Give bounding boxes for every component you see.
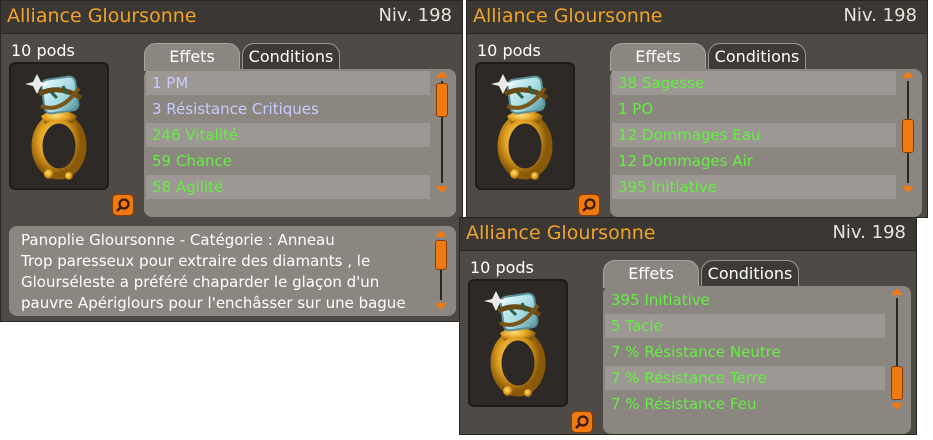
- effect-row: 12 Dommages Eau: [612, 123, 896, 147]
- effect-row: 1 PM: [146, 71, 430, 95]
- effect-text: 3 Résistance Critiques: [152, 100, 319, 118]
- effect-text: 7 % Résistance Feu: [611, 395, 757, 413]
- effect-row: 7 % Résistance Terre: [605, 366, 885, 390]
- effect-text: 38 Sagesse: [618, 74, 705, 92]
- effect-row: 246 Vitalité: [146, 123, 430, 147]
- magnifier-icon: [582, 198, 596, 212]
- effect-text: 7 % Résistance Terre: [611, 369, 767, 387]
- effect-row: 7 % Résistance Feu: [605, 392, 885, 416]
- description-line: Glourséleste a préféré chaparder le glaç…: [21, 273, 380, 291]
- description-line: Panoplie Gloursonne - Catégorie : Anneau: [21, 231, 335, 249]
- item-image-frame: [468, 279, 568, 407]
- scroll-thumb[interactable]: [902, 119, 914, 153]
- item-title: Alliance Gloursonne: [466, 222, 656, 244]
- item-title: Alliance Gloursonne: [7, 5, 197, 27]
- tab-label: Conditions: [714, 47, 800, 66]
- effects-scrollbar[interactable]: [436, 71, 448, 193]
- item-tooltip-right-bottom: Alliance Gloursonne Niv. 198 10 pods Eff…: [459, 217, 917, 435]
- effect-text: 5 Tacle: [611, 317, 663, 335]
- item-pods: 10 pods: [11, 41, 75, 60]
- tab-label: Conditions: [248, 47, 334, 66]
- effects-list: 1 PM 3 Résistance Critiques 246 Vitalité…: [144, 69, 456, 217]
- tab-label: Effets: [635, 47, 681, 66]
- effects-scrollbar[interactable]: [891, 288, 903, 410]
- tab-bar: Effets Conditions: [603, 260, 803, 288]
- item-level: Niv. 198: [843, 5, 917, 26]
- magnifier-icon: [116, 198, 130, 212]
- effect-text: 246 Vitalité: [152, 126, 239, 144]
- scroll-down-icon[interactable]: [436, 186, 448, 193]
- effect-row: 395 Initiative: [605, 288, 885, 312]
- effect-row: 58 Agilité: [146, 175, 430, 199]
- description-line: Trop paresseux pour extraire des diamant…: [21, 252, 371, 270]
- item-pods: 10 pods: [470, 258, 534, 277]
- description-scrollbar[interactable]: [435, 230, 447, 310]
- effect-row: 7 % Résistance Neutre: [605, 340, 885, 364]
- description-text: Panoplie Gloursonne - Catégorie : Anneau…: [21, 230, 406, 314]
- description-line: pauvre Apériglours pour l'enchâsser sur …: [21, 294, 406, 312]
- item-image-frame: [9, 62, 109, 190]
- tab-bar: Effets Conditions: [610, 43, 810, 71]
- effect-row: 5 Tacle: [605, 314, 885, 338]
- scroll-thumb[interactable]: [891, 366, 903, 400]
- effect-text: 395 Initiative: [611, 291, 710, 309]
- tab-conditions[interactable]: Conditions: [708, 43, 806, 71]
- effect-text: 12 Dommages Eau: [618, 126, 761, 144]
- effects-list: 38 Sagesse 1 PO 12 Dommages Eau 12 Domma…: [610, 69, 922, 217]
- tab-bar: Effets Conditions: [144, 43, 344, 71]
- tab-conditions[interactable]: Conditions: [242, 43, 340, 71]
- scroll-up-icon[interactable]: [435, 230, 447, 237]
- effect-text: 58 Agilité: [152, 178, 224, 196]
- item-tooltip-left: Alliance Gloursonne Niv. 198 10 pods Eff…: [0, 0, 463, 322]
- item-level: Niv. 198: [832, 222, 906, 243]
- effect-row: 395 Initiative: [612, 175, 896, 199]
- scroll-up-icon[interactable]: [436, 71, 448, 78]
- description-box: Panoplie Gloursonne - Catégorie : Anneau…: [9, 226, 456, 316]
- effect-row: 1 PO: [612, 97, 896, 121]
- effect-text: 1 PM: [152, 74, 189, 92]
- scroll-up-icon[interactable]: [902, 71, 914, 78]
- tab-label: Conditions: [707, 264, 793, 283]
- title-bar: Alliance Gloursonne Niv. 198: [1, 1, 462, 34]
- effect-row: 59 Chance: [146, 149, 430, 173]
- effect-row: 38 Sagesse: [612, 71, 896, 95]
- item-title: Alliance Gloursonne: [473, 5, 663, 27]
- scroll-thumb[interactable]: [436, 83, 448, 117]
- magnifier-icon: [575, 415, 589, 429]
- effect-text: 7 % Résistance Neutre: [611, 343, 781, 361]
- tab-effets[interactable]: Effets: [603, 260, 699, 288]
- item-pods: 10 pods: [477, 41, 541, 60]
- zoom-button[interactable]: [578, 194, 600, 216]
- scroll-down-icon[interactable]: [891, 403, 903, 410]
- effect-text: 395 Initiative: [618, 178, 717, 196]
- scroll-down-icon[interactable]: [435, 303, 447, 310]
- effect-text: 59 Chance: [152, 152, 233, 170]
- effect-row: 3 Résistance Critiques: [146, 97, 430, 121]
- effects-scrollbar[interactable]: [902, 71, 914, 193]
- title-bar: Alliance Gloursonne Niv. 198: [460, 218, 916, 251]
- tab-label: Effets: [628, 264, 674, 283]
- effect-text: 12 Dommages Air: [618, 152, 753, 170]
- effect-text: 1 PO: [618, 100, 654, 118]
- effect-row: 12 Dommages Air: [612, 149, 896, 173]
- tab-conditions[interactable]: Conditions: [701, 260, 799, 288]
- zoom-button[interactable]: [571, 411, 593, 433]
- tab-effets[interactable]: Effets: [610, 43, 706, 71]
- title-bar: Alliance Gloursonne Niv. 198: [467, 1, 927, 34]
- item-tooltip-right-top: Alliance Gloursonne Niv. 198 10 pods Eff…: [466, 0, 928, 218]
- effects-list: 395 Initiative 5 Tacle 7 % Résistance Ne…: [603, 286, 911, 434]
- scroll-thumb[interactable]: [435, 240, 447, 270]
- tab-effets[interactable]: Effets: [144, 43, 240, 71]
- item-level: Niv. 198: [378, 5, 452, 26]
- scroll-down-icon[interactable]: [902, 186, 914, 193]
- scroll-up-icon[interactable]: [891, 288, 903, 295]
- item-image-frame: [475, 62, 575, 190]
- tab-label: Effets: [169, 47, 215, 66]
- zoom-button[interactable]: [112, 194, 134, 216]
